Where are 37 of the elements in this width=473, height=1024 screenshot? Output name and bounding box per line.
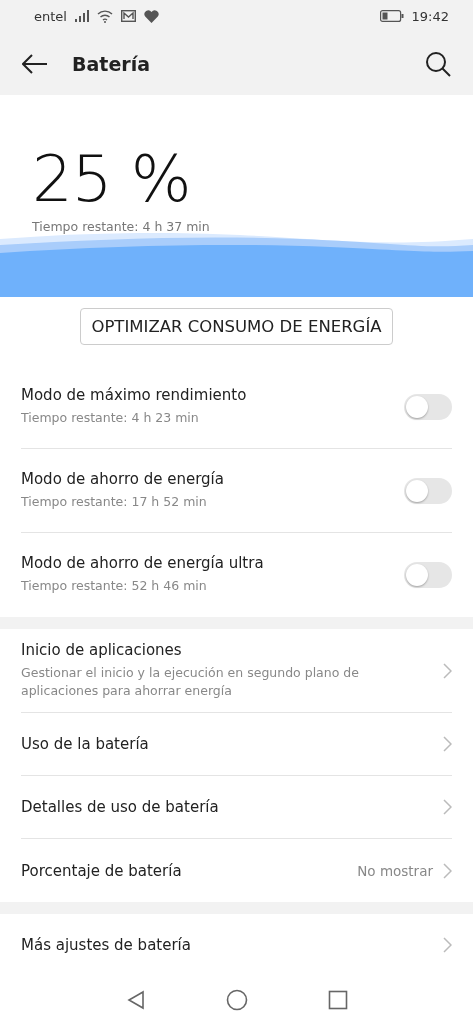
wifi-icon <box>96 9 113 23</box>
mode-toggle[interactable] <box>404 562 452 588</box>
chevron-right-icon <box>443 662 452 679</box>
chevron-right-icon <box>443 736 452 752</box>
mail-icon <box>120 10 136 22</box>
mode-title: Modo de ahorro de energía ultra <box>21 554 265 573</box>
setting-title[interactable]: Porcentaje de batería <box>21 861 348 880</box>
mode-subtitle: Tiempo restante: 4 h 23 min <box>21 408 200 427</box>
mode-title: Modo de máximo rendimiento <box>21 385 248 404</box>
page-title: Batería <box>72 52 151 75</box>
mode-title: Modo de ahorro de energía <box>21 469 225 488</box>
battery-percent: 25 % <box>32 147 192 211</box>
setting-title[interactable]: Más ajustes de batería <box>21 936 433 954</box>
setting-title[interactable]: Uso de la batería <box>21 735 433 753</box>
search-icon[interactable] <box>425 50 451 77</box>
mode-subtitle: Tiempo restante: 17 h 52 min <box>21 492 208 511</box>
back-arrow-icon[interactable] <box>22 53 48 74</box>
carrier-name: entel <box>34 8 67 24</box>
recents-nav-icon[interactable] <box>327 990 348 1010</box>
mode-subtitle: Tiempo restante: 52 h 46 min <box>21 577 208 596</box>
mode-toggle[interactable] <box>404 477 452 504</box>
optimize-button[interactable]: OPTIMIZAR CONSUMO DE ENERGÍA <box>80 308 393 345</box>
chevron-right-icon <box>443 862 452 879</box>
setting-title[interactable]: Inicio de aplicaciones <box>21 640 433 659</box>
home-nav-icon[interactable] <box>225 989 248 1011</box>
setting-description: Gestionar el inicio y la ejecución en segundo plano de aplicaciones para ahorrar energía <box>21 663 360 700</box>
chevron-right-icon <box>443 799 452 815</box>
setting-value: No mostrar <box>357 862 433 879</box>
mode-toggle[interactable] <box>404 393 452 420</box>
remaining-time: Tiempo restante: 4 h 37 min <box>32 219 211 234</box>
signal-icon <box>74 10 89 22</box>
heart-icon <box>143 9 159 23</box>
chevron-right-icon <box>443 937 452 953</box>
battery-icon <box>379 10 404 22</box>
back-nav-icon[interactable] <box>125 990 146 1010</box>
clock-time: 19:42 <box>411 8 449 24</box>
setting-title[interactable]: Detalles de uso de batería <box>21 798 433 816</box>
